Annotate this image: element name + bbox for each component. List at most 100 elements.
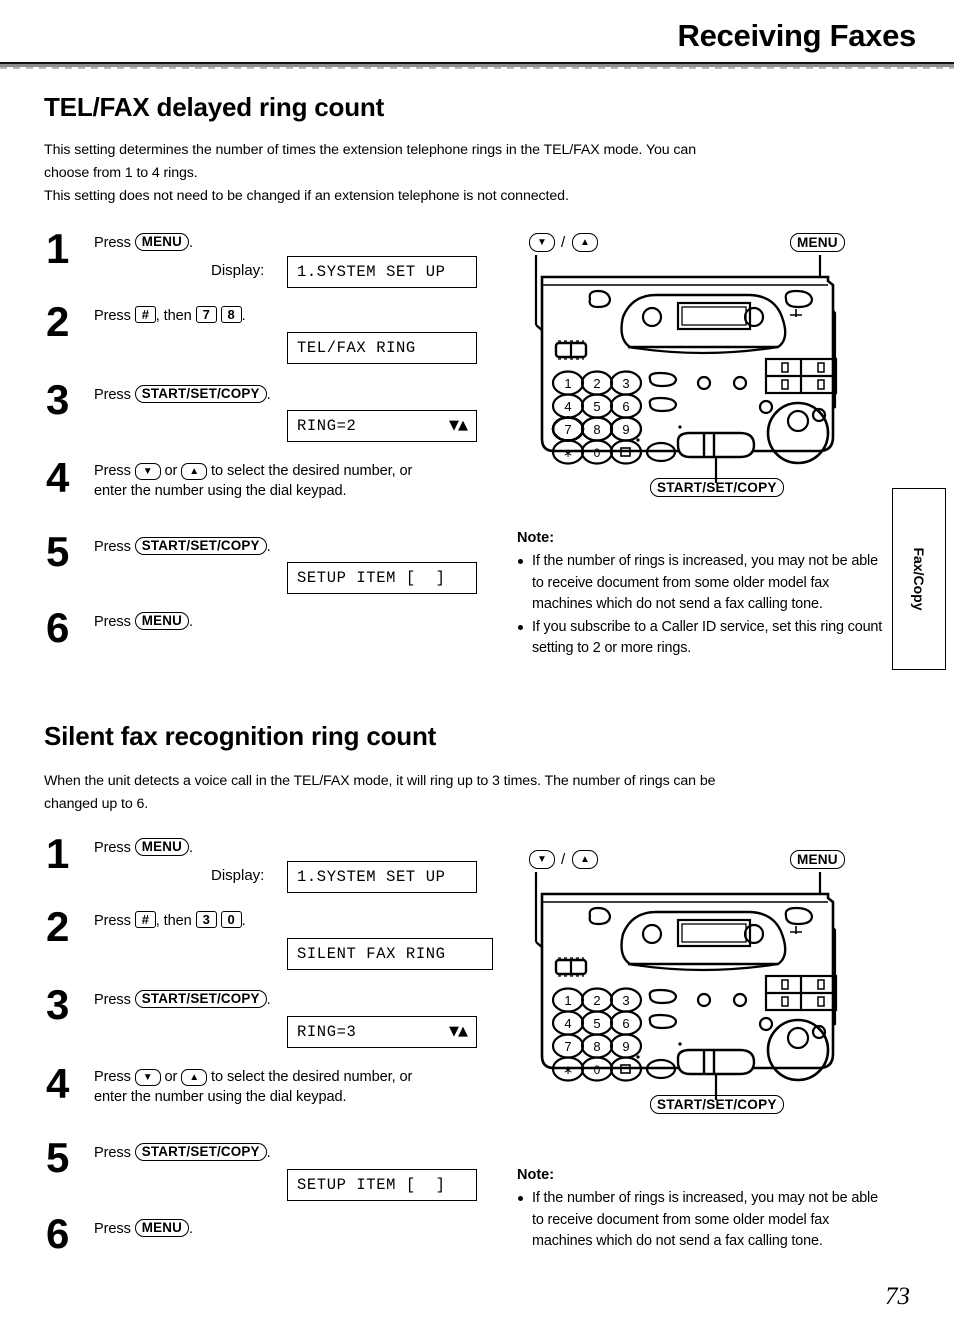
lcd-text: SETUP ITEM [ ]	[297, 1176, 446, 1194]
step-period: .	[266, 992, 271, 1008]
note-title-1: Note:	[517, 530, 555, 546]
step-text: Press	[94, 913, 135, 929]
step-number: 5	[46, 528, 70, 575]
menu-key[interactable]: MENU	[134, 233, 189, 251]
section-intro-1: This setting determines the number of ti…	[44, 139, 854, 208]
step-period: .	[241, 913, 246, 929]
note-item: If the number of rings is increased, you…	[517, 551, 889, 616]
hash-key[interactable]: #	[134, 306, 156, 323]
down-arrow-callout: ▼	[529, 233, 556, 252]
header-divider-speckle	[0, 67, 954, 69]
lcd-arrows: ▼▲	[449, 418, 468, 433]
step-text: Press	[94, 308, 135, 324]
up-arrow-key[interactable]: ▲	[181, 1069, 208, 1086]
svg-text:1: 1	[564, 376, 571, 391]
start-set-copy-key[interactable]: START/SET/COPY	[134, 385, 267, 403]
step-number: 2	[46, 298, 70, 345]
up-arrow-key[interactable]: ▲	[181, 463, 208, 480]
svg-text:7: 7	[564, 1039, 571, 1054]
svg-text:∗: ∗	[563, 1063, 573, 1077]
step-instruction: Press #, then 3 0.	[94, 911, 246, 931]
step-text: or	[160, 463, 182, 479]
menu-callout: MENU	[790, 233, 845, 252]
lcd-text: SILENT FAX RING	[297, 945, 446, 963]
step-text-line2: enter the number using the dial keypad.	[94, 483, 347, 499]
lcd-display: SILENT FAX RING	[287, 938, 493, 970]
step-text: Press	[94, 539, 135, 555]
step-period: .	[266, 539, 271, 555]
svg-text:2: 2	[593, 993, 600, 1008]
start-set-copy-key[interactable]: START/SET/COPY	[134, 990, 267, 1008]
step-instruction: Press ▼ or ▲ to select the desired numbe…	[94, 461, 412, 501]
svg-text:6: 6	[622, 399, 629, 414]
svg-text:5: 5	[593, 1016, 600, 1031]
digit-key[interactable]: 3	[195, 911, 217, 928]
down-arrow-key[interactable]: ▼	[134, 463, 161, 480]
section-heading-2: Silent fax recognition ring count	[44, 721, 437, 751]
note-list-1: If the number of rings is increased, you…	[517, 551, 889, 661]
page-number: 73	[885, 1283, 910, 1310]
step-text: Press	[94, 1145, 135, 1161]
svg-text:2: 2	[593, 376, 600, 391]
step-number: 5	[46, 1134, 70, 1181]
up-arrow-callout: ▲	[572, 233, 599, 252]
step-instruction: Press #, then 7 8.	[94, 306, 246, 326]
step-text: , then	[155, 913, 196, 929]
lcd-display: SETUP ITEM [ ]	[287, 562, 477, 594]
step-text: , then	[155, 308, 196, 324]
step-text-line2: enter the number using the dial keypad.	[94, 1089, 347, 1105]
svg-text:8: 8	[593, 1039, 600, 1054]
svg-text:0: 0	[594, 1063, 601, 1077]
step-instruction: Press START/SET/COPY.	[94, 385, 271, 405]
side-tab-fax-copy: Fax/Copy	[892, 488, 946, 670]
lcd-display: ▼▲ RING=3	[287, 1016, 477, 1048]
digit-key[interactable]: 8	[220, 306, 242, 323]
lcd-text: RING=2	[297, 417, 357, 435]
step-text: Press	[94, 614, 135, 630]
step-number: 1	[46, 225, 70, 272]
svg-text:3: 3	[622, 993, 629, 1008]
step-instruction: Press START/SET/COPY.	[94, 537, 271, 557]
hash-key[interactable]: #	[134, 911, 156, 928]
step-number: 6	[46, 1210, 70, 1257]
svg-text:4: 4	[564, 1016, 571, 1031]
display-label: Display:	[211, 867, 265, 884]
step-text: or	[160, 1069, 182, 1085]
step-period: .	[266, 387, 271, 403]
display-label: Display:	[211, 262, 265, 279]
start-set-copy-key[interactable]: START/SET/COPY	[134, 1143, 267, 1161]
note-list-2: If the number of rings is increased, you…	[517, 1188, 889, 1254]
menu-key[interactable]: MENU	[134, 838, 189, 856]
menu-key[interactable]: MENU	[134, 612, 189, 630]
lcd-display: 1.SYSTEM SET UP	[287, 861, 477, 893]
step-number: 3	[46, 981, 70, 1028]
intro-line: choose from 1 to 4 rings.	[44, 165, 198, 181]
svg-text:∗: ∗	[563, 446, 573, 460]
start-set-copy-key[interactable]: START/SET/COPY	[134, 537, 267, 555]
digit-key[interactable]: 7	[195, 306, 217, 323]
step-text: to select the desired number, or	[207, 1069, 413, 1085]
svg-text:1: 1	[564, 993, 571, 1008]
fax-machine-diagram-1: 1 2 3 4 5 6 7 8 9 ∗ 0	[528, 255, 890, 531]
step-period: .	[189, 235, 193, 251]
step-number: 2	[46, 903, 70, 950]
svg-text:7: 7	[564, 422, 571, 437]
svg-text:5: 5	[593, 399, 600, 414]
svg-text:8: 8	[593, 422, 600, 437]
lcd-display: 1.SYSTEM SET UP	[287, 256, 477, 288]
note-title-2: Note:	[517, 1167, 555, 1183]
menu-key[interactable]: MENU	[134, 1219, 189, 1237]
step-text: Press	[94, 235, 135, 251]
digit-key[interactable]: 0	[220, 911, 242, 928]
step-instruction: Press MENU.	[94, 233, 193, 253]
step-text: Press	[94, 463, 135, 479]
lcd-display: SETUP ITEM [ ]	[287, 1169, 477, 1201]
step-period: .	[189, 840, 193, 856]
down-arrow-key[interactable]: ▼	[134, 1069, 161, 1086]
step-instruction: Press START/SET/COPY.	[94, 990, 271, 1010]
section-intro-2: When the unit detects a voice call in th…	[44, 770, 854, 816]
step-number: 3	[46, 376, 70, 423]
step-text: Press	[94, 840, 135, 856]
page-header-title: Receiving Faxes	[677, 18, 917, 53]
lcd-text: RING=3	[297, 1023, 357, 1041]
